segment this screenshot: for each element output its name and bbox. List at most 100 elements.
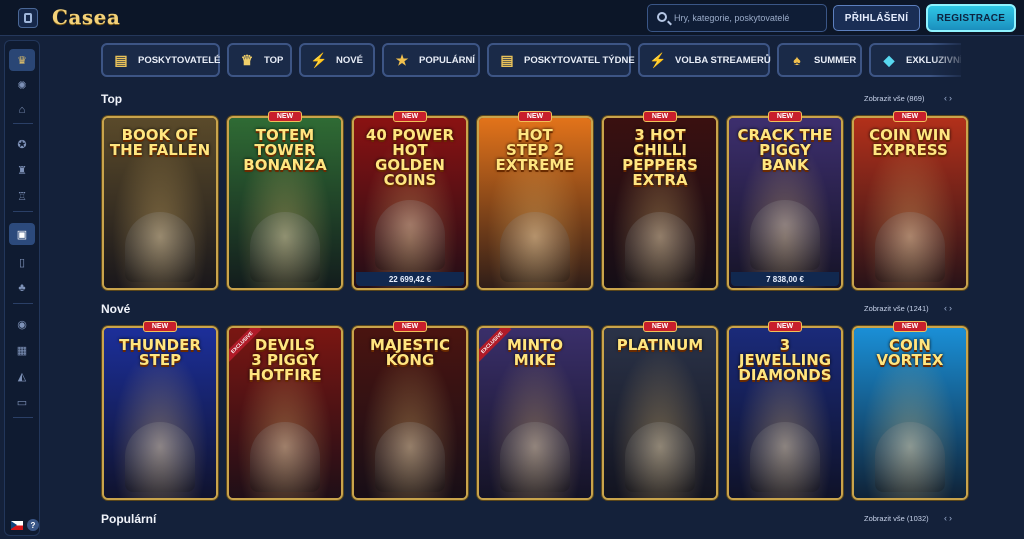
sidebar-item-home[interactable]: ♛ [9,49,35,71]
jackpot-amount: 7 838,00 € [731,272,839,286]
category-nové[interactable]: ⚡ NOVÉ [299,43,375,77]
chevron-right-icon[interactable]: › [949,303,954,313]
sidebar-item-live[interactable]: ▦ [9,339,35,361]
sidebar-toggle-button[interactable] [18,8,38,28]
panel-icon [24,13,32,23]
search-input[interactable] [674,9,824,27]
game-tile[interactable]: THUNDER STEP [102,326,218,500]
login-button[interactable]: PŘIHLÁŠENÍ [833,5,920,31]
search-box[interactable] [647,4,827,32]
game-tile[interactable]: PLATINUM [602,326,718,500]
sidebar-divider [13,123,33,124]
sidebar: ? ♛ ✺ ⌂ ✪ ♜ ♖ ▣ ▯ ♣ ◉ ▦ ◭ ▭ [4,40,40,536]
clover-icon: ♣ [18,282,26,294]
search-icon [657,12,667,22]
sidebar-item-gifts[interactable]: ⌂ [9,99,35,121]
game-tile[interactable]: 3 HOT CHILLI PEPPERS EXTRA [602,116,718,290]
category-bar: ▤ POSKYTOVATELÉ ♛ TOP ⚡ NOVÉ ★ POPULÁRNÍ ▤ POSKYT… [101,43,961,77]
ball-icon: ◉ [17,318,27,331]
sidebar-item-promo[interactable]: ◭ [9,365,35,387]
help-button[interactable]: ? [27,519,39,531]
game-character-icon [625,212,695,282]
game-character-icon [375,422,445,492]
game-title: MAJESTIC KONG [370,336,450,369]
game-title: PLATINUM [616,336,704,354]
new-badge: NEW [643,111,677,122]
sidebar-divider [13,417,33,418]
view-all-link[interactable]: Zobrazit vše (869) [864,94,924,103]
language-flag-icon[interactable] [11,521,23,530]
phone-icon: ▯ [18,256,26,269]
category-label: POSKYTOVATEL TÝDNE [524,54,635,66]
category-top[interactable]: ♛ TOP [227,43,292,77]
sidebar-divider [13,211,33,212]
lightning-icon: ⚡ [310,51,328,68]
game-tile[interactable]: HOT STEP 2 EXTREME [477,116,593,290]
sidebar-item-lucky[interactable]: ♣ [9,277,35,299]
section-title: Populární [101,512,157,526]
sidebar-item-casino[interactable]: ▣ [9,223,35,245]
game-tile[interactable]: MINTO MIKE EXCLUSIVE [477,326,593,500]
new-badge: NEW [393,321,427,332]
cards-icon: ▤ [500,51,514,68]
category-label: SUMMER [814,54,857,66]
lightning-icon: ⚡ [649,51,667,68]
view-all-link[interactable]: Zobrazit vše (1032) [864,514,929,523]
game-title: 40 POWER HOT GOLDEN COINS [365,126,455,189]
game-tile[interactable]: DEVILS 3 PIGGY HOTFIRE EXCLUSIVE [227,326,343,500]
new-badge: NEW [393,111,427,122]
diamond-icon: ◆ [883,51,895,68]
carousel-arrows[interactable]: ‹› [944,303,968,313]
view-all-link[interactable]: Zobrazit vše (1241) [864,304,929,313]
new-badge: NEW [268,111,302,122]
game-tile[interactable]: BOOK OF THE FALLEN [102,116,218,290]
crown-icon: ♛ [17,54,27,67]
palm-icon: ♠ [793,52,801,68]
category-label: POSKYTOVATELÉ [138,54,221,66]
carousel-arrows[interactable]: ‹› [944,93,968,103]
register-button[interactable]: REGISTRACE [926,4,1016,32]
game-tile[interactable]: COIN WIN EXPRESS [852,116,968,290]
game-tile[interactable]: COIN VORTEX [852,326,968,500]
new-badge: NEW [643,321,677,332]
sidebar-item-tv[interactable]: ▭ [9,391,35,413]
game-character-icon [875,212,945,282]
category-label: TOP [264,54,284,66]
game-character-icon [625,422,695,492]
sidebar-item-mobile[interactable]: ▯ [9,251,35,273]
category-populární[interactable]: ★ POPULÁRNÍ [382,43,480,77]
game-title: COIN VORTEX [876,336,944,369]
game-tile[interactable]: 3 JEWELLING DIAMONDS [727,326,843,500]
new-badge: NEW [143,321,177,332]
game-tile[interactable]: 40 POWER HOT GOLDEN COINS 22 699,42 € [352,116,468,290]
sidebar-item-levels[interactable]: ♖ [9,185,35,207]
sidebar-item-tournaments[interactable]: ♜ [9,159,35,181]
gift-icon: ⌂ [18,104,26,116]
chevron-right-icon[interactable]: › [949,513,954,523]
category-volba-streamerů[interactable]: ⚡ VOLBA STREAMERŮ [638,43,771,77]
megaphone-icon: ◭ [17,370,27,383]
category-poskytovatelé[interactable]: ▤ POSKYTOVATELÉ [101,43,220,77]
logo[interactable]: Casea [52,5,120,29]
carousel-arrows[interactable]: ‹› [944,513,968,523]
category-summer[interactable]: ♠ SUMMER [777,43,862,77]
game-tile[interactable]: TOTEM TOWER BONANZA [227,116,343,290]
game-tile[interactable]: CRACK THE PIGGY BANK 7 838,00 € [727,116,843,290]
game-character-icon [875,422,945,492]
game-title: BOOK OF THE FALLEN [109,126,211,159]
jackpot-amount: 22 699,42 € [356,272,464,286]
trophy-icon: ♜ [17,164,27,177]
table-icon: ▦ [16,344,28,357]
game-title: 3 JEWELLING DIAMONDS [738,336,832,384]
chevron-right-icon[interactable]: › [949,93,954,103]
game-title: CRACK THE PIGGY BANK [737,126,833,174]
category-poskytovatel-týdne[interactable]: ▤ POSKYTOVATEL TÝDNE [487,43,635,77]
sidebar-item-rewards[interactable]: ✪ [9,133,35,155]
sidebar-item-wheel[interactable]: ✺ [9,74,35,96]
game-title: MINTO MIKE [506,336,564,369]
game-title: TOTEM TOWER BONANZA [243,126,327,174]
section-title: Top [101,92,123,106]
game-tile[interactable]: MAJESTIC KONG [352,326,468,500]
sidebar-item-sport[interactable]: ◉ [9,313,35,335]
new-badge: NEW [893,321,927,332]
